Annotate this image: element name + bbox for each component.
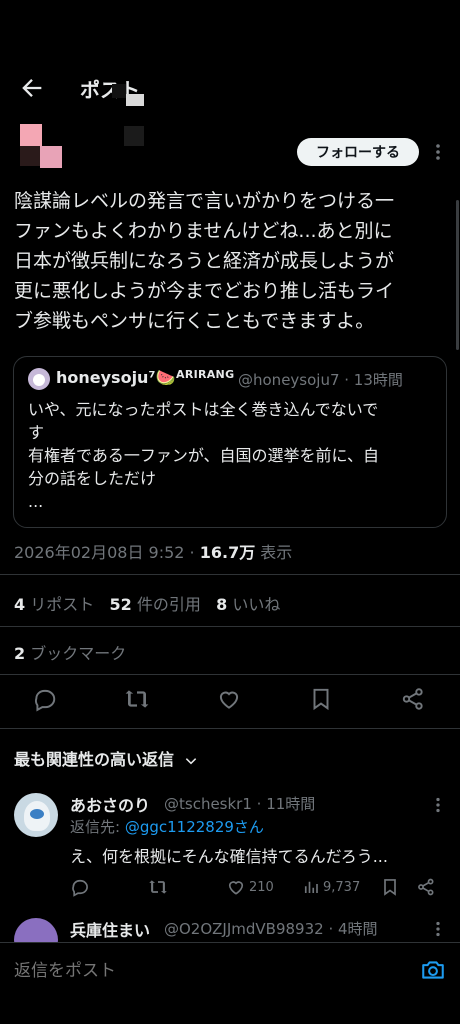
reply-to: 返信先: @ggc1122829さん xyxy=(70,818,264,836)
more-vertical-icon xyxy=(436,921,440,937)
quote-text-line: す xyxy=(28,423,45,442)
back-button[interactable] xyxy=(18,74,46,102)
reply-handle: @tscheskr1 · 11時間 xyxy=(164,795,316,813)
repost-icon xyxy=(125,690,149,708)
engagement-stats: 4 リポスト 52 件の引用 8 いいね xyxy=(14,591,280,615)
reply-author-name[interactable]: あおさのり xyxy=(70,792,150,816)
avatar[interactable] xyxy=(14,793,58,837)
reply-views[interactable]: 9,737 xyxy=(302,876,360,898)
chevron-down-icon xyxy=(185,757,196,764)
post-text-line: 陰謀論レベルの発言で言いがかりをつける一 xyxy=(14,190,395,212)
divider xyxy=(0,626,460,627)
reply-text: え、何を根拠にそんな確信持てるんだろう... xyxy=(70,847,388,866)
quote-text: いや、元になったポストは全く巻き込んでないで す 有権者である一ファンが、自国の… xyxy=(28,398,433,513)
reply-like-button[interactable]: 210 xyxy=(226,876,274,898)
bookmark-button[interactable] xyxy=(308,686,338,716)
views-count: 16.7万 xyxy=(199,543,256,562)
scrollbar[interactable] xyxy=(456,200,459,350)
reposts-stat[interactable]: 4 リポスト xyxy=(14,595,94,614)
reply-reply-button[interactable] xyxy=(70,876,90,898)
divider xyxy=(0,574,460,575)
quote-handle: @honeysoju7 · 13時間 xyxy=(238,371,403,389)
reply-input[interactable] xyxy=(14,957,404,985)
reply-sort-selector[interactable]: 最も関連性の高い返信 xyxy=(14,746,198,770)
reply-more-button[interactable] xyxy=(428,918,448,942)
reply-author-name[interactable]: 兵庫住まい xyxy=(70,917,150,941)
reply-to-link[interactable]: @ggc1122829さん xyxy=(125,818,264,836)
reply-repost-button[interactable] xyxy=(148,876,168,898)
quote-badge: ARIRANG xyxy=(176,368,235,381)
share-icon xyxy=(418,878,434,896)
censor-block xyxy=(124,126,144,146)
repost-button[interactable] xyxy=(124,686,154,716)
more-vertical-icon xyxy=(436,144,440,160)
divider xyxy=(0,674,460,675)
reply-like-count: 210 xyxy=(249,879,274,895)
reply-more-button[interactable] xyxy=(428,794,448,818)
camera-icon xyxy=(422,961,444,979)
top-bar xyxy=(0,60,460,120)
censor-block xyxy=(112,84,126,98)
reply-share-button[interactable] xyxy=(416,876,436,898)
author-avatar[interactable] xyxy=(20,124,68,172)
bookmark-icon xyxy=(313,688,329,711)
quote-author-name: honeysoju⁷🍉 xyxy=(56,368,176,387)
quote-text-line: いや、元になったポストは全く巻き込んでないで xyxy=(28,400,379,419)
post-text-line: 日本が徴兵制になろうと経済が成長しようが xyxy=(14,250,395,272)
like-icon xyxy=(228,881,244,895)
bookmarks-stat[interactable]: 2 ブックマーク xyxy=(14,640,126,664)
like-icon xyxy=(219,691,239,709)
reply-button[interactable] xyxy=(32,686,62,716)
reply-bookmark-button[interactable] xyxy=(380,876,400,898)
share-button[interactable] xyxy=(400,686,430,716)
reply-views-count: 9,737 xyxy=(323,879,361,895)
divider xyxy=(0,728,460,729)
follow-button[interactable]: フォローする xyxy=(297,138,419,166)
reply-icon xyxy=(35,689,56,712)
post-text-line: ブ参戦もペンサに行くこともできますよ。 xyxy=(14,310,375,332)
share-icon xyxy=(402,688,423,710)
post-text-line: 更に悪化しようが今までどおり推し活もライ xyxy=(14,280,395,302)
repost-icon xyxy=(149,880,167,894)
back-arrow-icon xyxy=(22,79,42,97)
post-timestamp: 2026年02月08日 9:52 · 16.7万 表示 xyxy=(14,543,293,562)
post-text-line: ファンもよくわかりませんけどね...あと別に xyxy=(14,220,393,242)
censor-block xyxy=(126,94,144,106)
reply-handle: @O2OZJJmdVB98932 · 4時間 xyxy=(164,920,378,938)
views-icon xyxy=(304,881,318,893)
quotes-stat[interactable]: 52 件の引用 xyxy=(110,595,201,614)
post-text: 陰謀論レベルの発言で言いがかりをつける一 ファンもよくわかりませんけどね...あ… xyxy=(14,186,454,336)
bookmark-icon xyxy=(384,879,396,896)
quote-avatar xyxy=(28,368,50,390)
reply-icon xyxy=(72,879,88,897)
likes-stat[interactable]: 8 いいね xyxy=(216,595,280,614)
quote-text-line: 有権者である一ファンが、自国の選挙を前に、自 xyxy=(28,446,380,465)
add-media-button[interactable] xyxy=(420,957,446,983)
like-button[interactable] xyxy=(216,686,246,716)
quote-text-line: 分の話をしただけ xyxy=(28,469,157,488)
more-options-button[interactable] xyxy=(428,140,448,164)
quote-text-line: ... xyxy=(28,492,44,511)
more-vertical-icon xyxy=(436,797,440,813)
